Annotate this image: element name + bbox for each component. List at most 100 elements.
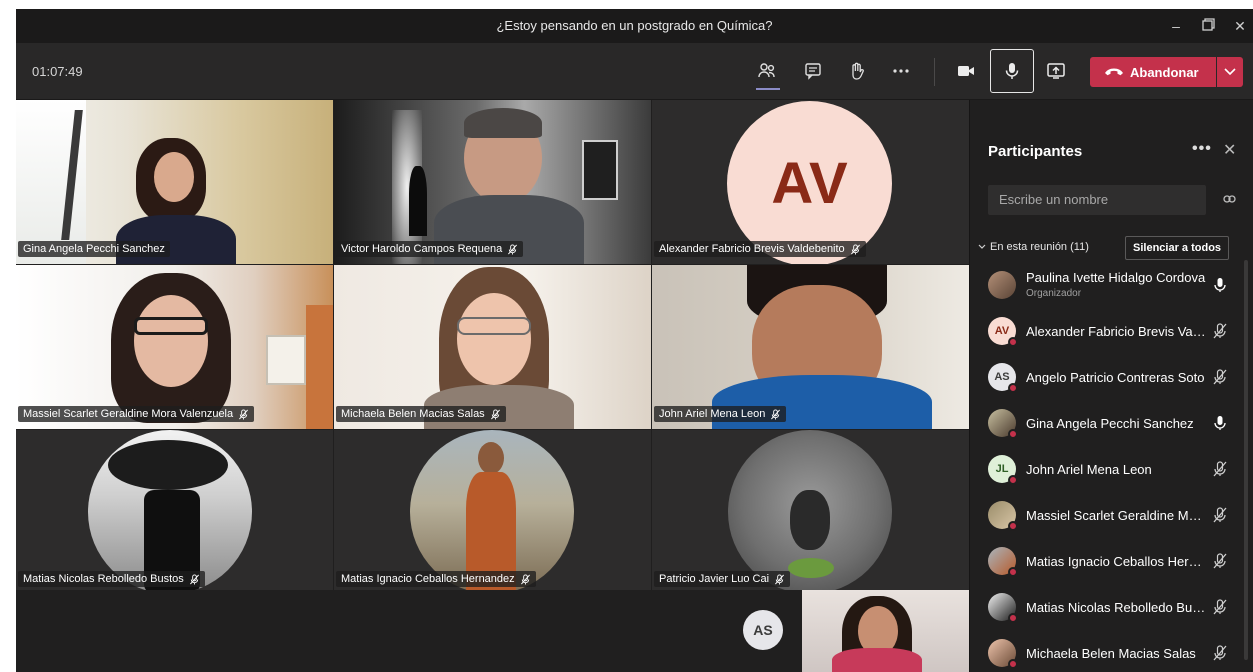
status-dot xyxy=(1008,475,1018,485)
participant-name: Matias Ignacio Ceballos Hern... xyxy=(1026,554,1206,569)
mic-off-icon xyxy=(189,573,199,585)
participant-name-label: Patricio Javier Luo Cai xyxy=(654,571,791,587)
video-tile[interactable]: John Ariel Mena Leon xyxy=(652,265,969,429)
status-dot xyxy=(1008,613,1018,623)
avatar xyxy=(410,430,574,594)
close-window-icon[interactable]: ✕ xyxy=(1228,15,1252,37)
microphone-button[interactable] xyxy=(990,49,1034,93)
participant-name: Paulina Ivette Hidalgo Cordova xyxy=(1026,270,1206,285)
microphone-icon xyxy=(1005,63,1019,79)
participant-row[interactable]: Matias Ignacio Ceballos Hern... xyxy=(970,539,1253,585)
self-view-video[interactable] xyxy=(802,590,969,672)
participant-name: Massiel Scarlet Geraldine Mor... xyxy=(1026,508,1206,523)
participant-name: Alexander Fabricio Brevis Vald... xyxy=(1026,324,1206,339)
mute-all-button[interactable]: Silenciar a todos xyxy=(1125,236,1230,260)
video-grid: Gina Angela Pecchi Sanchez Victor Harold… xyxy=(16,100,969,594)
mic-off-icon xyxy=(490,408,500,420)
status-dot xyxy=(1008,659,1018,669)
participant-row[interactable]: Paulina Ivette Hidalgo Cordova Organizad… xyxy=(970,263,1253,309)
mic-on-icon xyxy=(1212,277,1230,295)
video-tile[interactable]: Matias Nicolas Rebolledo Bustos xyxy=(16,430,333,594)
participant-list: Paulina Ivette Hidalgo Cordova Organizad… xyxy=(970,263,1253,672)
participant-name-label: Gina Angela Pecchi Sanchez xyxy=(18,241,170,257)
participant-role: Organizador xyxy=(1026,288,1082,299)
people-icon[interactable] xyxy=(752,57,782,85)
chat-icon[interactable] xyxy=(798,57,828,85)
raise-hand-icon[interactable] xyxy=(842,57,872,85)
mic-off-icon xyxy=(1212,599,1230,617)
participant-row[interactable]: Gina Angela Pecchi Sanchez xyxy=(970,401,1253,447)
participant-name: Matias Nicolas Rebolledo Bus... xyxy=(1026,600,1206,615)
meeting-toolbar: 01:07:49 Abandonar xyxy=(16,43,1253,100)
video-tile[interactable]: Massiel Scarlet Geraldine Mora Valenzuel… xyxy=(16,265,333,429)
avatar xyxy=(88,430,252,594)
participant-row[interactable]: Michaela Belen Macias Salas xyxy=(970,631,1253,672)
mic-on-icon xyxy=(1212,415,1230,433)
mic-off-icon xyxy=(1212,461,1230,479)
close-icon[interactable]: ✕ xyxy=(1223,140,1236,160)
mic-off-icon xyxy=(508,243,518,255)
participant-name-label: Massiel Scarlet Geraldine Mora Valenzuel… xyxy=(18,406,255,422)
video-tile[interactable]: AV Alexander Fabricio Brevis Valdebenito xyxy=(652,100,969,264)
mic-off-icon xyxy=(520,573,530,585)
mic-off-icon xyxy=(1212,369,1230,387)
people-active-indicator xyxy=(756,88,780,90)
camera-icon[interactable] xyxy=(951,57,981,85)
avatar xyxy=(988,593,1018,623)
video-tile[interactable]: Gina Angela Pecchi Sanchez xyxy=(16,100,333,264)
maximize-icon[interactable] xyxy=(1196,15,1220,37)
participants-panel: Participantes ••• ✕ Escribe un nombre En… xyxy=(969,100,1253,672)
video-tile[interactable]: Patricio Javier Luo Cai xyxy=(652,430,969,594)
chevron-down-icon xyxy=(978,244,986,249)
participant-row[interactable]: AV Alexander Fabricio Brevis Vald... xyxy=(970,309,1253,355)
video-tile[interactable]: Matias Ignacio Ceballos Hernandez xyxy=(334,430,651,594)
mic-off-icon xyxy=(850,243,860,255)
more-icon[interactable] xyxy=(886,57,916,85)
panel-scrollbar[interactable] xyxy=(1244,260,1248,660)
avatar: JL xyxy=(988,455,1018,485)
avatar xyxy=(728,430,892,594)
avatar xyxy=(988,271,1016,299)
in-meeting-section-header[interactable]: En esta reunión (11) xyxy=(978,241,1089,253)
participant-search-input[interactable]: Escribe un nombre xyxy=(988,185,1206,215)
phone-hangup-icon xyxy=(1105,68,1123,76)
leave-options-button[interactable] xyxy=(1217,57,1243,87)
participant-row[interactable]: JL John Ariel Mena Leon xyxy=(970,447,1253,493)
video-tile[interactable]: Victor Haroldo Campos Requena xyxy=(334,100,651,264)
mic-off-icon xyxy=(1212,645,1230,663)
participant-name-label: Michaela Belen Macias Salas xyxy=(336,406,506,422)
share-screen-icon[interactable] xyxy=(1041,57,1071,85)
mic-off-icon xyxy=(1212,507,1230,525)
toolbar-divider xyxy=(934,58,935,86)
mic-off-icon xyxy=(771,408,781,420)
status-dot xyxy=(1008,521,1018,531)
participant-name-label: Alexander Fabricio Brevis Valdebenito xyxy=(654,241,866,257)
panel-more-icon[interactable]: ••• xyxy=(1192,140,1212,158)
participant-name: John Ariel Mena Leon xyxy=(1026,462,1152,477)
mic-off-icon xyxy=(1212,323,1230,341)
leave-button[interactable]: Abandonar xyxy=(1090,57,1216,87)
share-invite-icon[interactable] xyxy=(1220,190,1240,210)
teams-meeting-window: ¿Estoy pensando en un postgrado en Quími… xyxy=(16,9,1253,672)
minimize-icon[interactable]: – xyxy=(1164,15,1188,37)
avatar xyxy=(988,547,1018,577)
avatar: AS xyxy=(988,363,1018,393)
status-dot xyxy=(1008,429,1018,439)
participant-name: Gina Angela Pecchi Sanchez xyxy=(1026,416,1194,431)
participant-row[interactable]: Massiel Scarlet Geraldine Mor... xyxy=(970,493,1253,539)
video-tile[interactable]: Michaela Belen Macias Salas xyxy=(334,265,651,429)
status-dot xyxy=(1008,337,1018,347)
window-title: ¿Estoy pensando en un postgrado en Quími… xyxy=(496,18,773,33)
chevron-down-icon xyxy=(1224,68,1236,76)
participant-row[interactable]: Matias Nicolas Rebolledo Bus... xyxy=(970,585,1253,631)
meeting-timer: 01:07:49 xyxy=(32,64,83,79)
participant-name-label: John Ariel Mena Leon xyxy=(654,406,787,422)
status-dot xyxy=(1008,383,1018,393)
avatar: AV xyxy=(988,317,1018,347)
participant-row[interactable]: AS Angelo Patricio Contreras Soto xyxy=(970,355,1253,401)
mic-off-icon xyxy=(1212,553,1230,571)
mic-off-icon xyxy=(239,408,249,420)
overflow-participant-avatar[interactable]: AS xyxy=(743,610,783,650)
participant-name-label: Matias Ignacio Ceballos Hernandez xyxy=(336,571,536,587)
status-dot xyxy=(1008,567,1018,577)
